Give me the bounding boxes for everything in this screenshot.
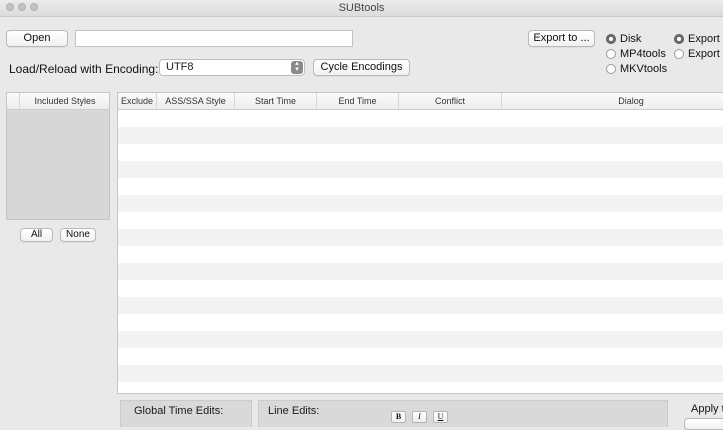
table-row [118, 195, 723, 212]
table-row [118, 280, 723, 297]
table-row [118, 297, 723, 314]
table-row [118, 348, 723, 365]
file-path-input[interactable] [75, 30, 353, 47]
table-row [118, 263, 723, 280]
column-header-dialog[interactable]: Dialog [502, 93, 723, 109]
line-edits-panel: Line Edits: [258, 400, 668, 427]
cycle-encodings-button[interactable]: Cycle Encodings [313, 59, 410, 76]
table-row [118, 144, 723, 161]
table-row [118, 246, 723, 263]
table-row [118, 229, 723, 246]
radio-icon [674, 34, 684, 44]
column-header-conflict[interactable]: Conflict [399, 93, 502, 109]
export-target-mp4tools[interactable]: MP4tools [606, 48, 666, 60]
radio-icon [606, 49, 616, 59]
bold-button[interactable]: B [391, 411, 406, 423]
table-row [118, 110, 723, 127]
open-button[interactable]: Open [6, 30, 68, 47]
apply-label: Apply t [691, 403, 723, 415]
encoding-select[interactable]: UTF8 ▴ ▾ [159, 59, 305, 76]
encoding-label: Load/Reload with Encoding: [9, 62, 159, 76]
title-bar: SUBtools [0, 0, 723, 17]
export-target-mkvtools[interactable]: MKVtools [606, 63, 667, 75]
reset-button-partial[interactable] [684, 418, 723, 430]
included-styles-list[interactable]: Included Styles [6, 92, 110, 220]
column-header-style[interactable]: ASS/SSA Style [157, 93, 235, 109]
included-styles-header: Included Styles [7, 93, 109, 110]
table-row [118, 314, 723, 331]
export-mode-option-1[interactable]: Export a [674, 33, 723, 45]
export-to-button[interactable]: Export to ... [528, 30, 595, 47]
table-row [118, 161, 723, 178]
radio-icon [606, 64, 616, 74]
export-mode-option-2[interactable]: Export a [674, 48, 723, 60]
column-header-start-time[interactable]: Start Time [235, 93, 317, 109]
subtitle-table[interactable]: Exclude ASS/SSA Style Start Time End Tim… [117, 92, 723, 394]
window-title: SUBtools [338, 2, 385, 14]
table-row [118, 178, 723, 195]
table-header: Exclude ASS/SSA Style Start Time End Tim… [118, 93, 723, 110]
italic-button[interactable]: I [412, 411, 427, 423]
table-row [118, 331, 723, 348]
table-row [118, 382, 723, 393]
table-row [118, 127, 723, 144]
table-row [118, 212, 723, 229]
radio-icon [606, 34, 616, 44]
column-header-exclude[interactable]: Exclude [118, 93, 157, 109]
export-target-disk[interactable]: Disk [606, 33, 641, 45]
select-arrows-icon: ▴ ▾ [291, 60, 303, 74]
select-none-styles-button[interactable]: None [60, 228, 96, 242]
column-header-end-time[interactable]: End Time [317, 93, 399, 109]
select-all-styles-button[interactable]: All [20, 228, 53, 242]
global-time-edits-panel: Global Time Edits: [120, 400, 252, 427]
table-row [118, 365, 723, 382]
underline-button[interactable]: U [433, 411, 448, 423]
radio-icon [674, 49, 684, 59]
